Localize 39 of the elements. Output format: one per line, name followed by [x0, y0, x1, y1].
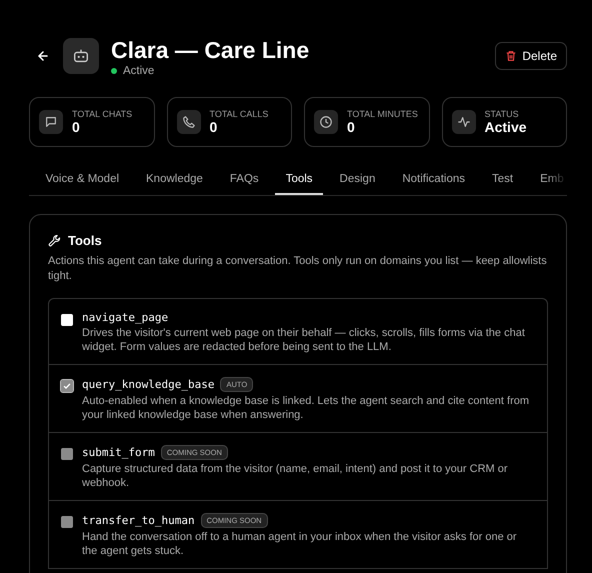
tool-name: navigate_page [82, 311, 168, 324]
clock-icon [319, 115, 333, 129]
checkmark-icon [62, 381, 72, 391]
wrench-icon [48, 234, 62, 248]
checkbox[interactable] [61, 314, 73, 326]
stat-value: 0 [210, 119, 218, 135]
stat-label: TOTAL MINUTES [347, 109, 418, 119]
tab[interactable]: FAQs [219, 169, 270, 195]
section-title: Tools [68, 233, 102, 248]
stat-value: 0 [347, 119, 356, 135]
section-description: Actions this agent can take during a conversation. Tools only run on domains you list — keep allowlists tight. [48, 254, 548, 284]
tool-name: transfer_to_human [82, 514, 195, 527]
tab[interactable]: Voice & Model [35, 169, 130, 195]
tool-name: query_knowledge_base [82, 378, 214, 391]
stat-label: TOTAL CALLS [210, 109, 268, 119]
tool-description: Hand the conversation off to a human agent in your inbox when the visitor asks for one or the agent gets stuck. [82, 530, 518, 558]
phone-icon [182, 115, 196, 129]
stat-value: Active [484, 119, 527, 135]
tool-description: Drives the visitor's current web page on their behalf — clicks, scrolls, fills forms via the chat widget. Form values are redacted before being sent to the LLM. [82, 326, 526, 354]
tool-description: Auto-enabled when a knowledge base is linked. Lets the agent search and cite content from your linked knowledge base when answering. [82, 394, 530, 422]
tool-name: submit_form [82, 446, 155, 459]
stat-value: 0 [72, 119, 81, 135]
robot-icon [72, 47, 90, 65]
tab[interactable]: Tools [275, 169, 324, 195]
tool-description: Capture structured data from the visitor (name, email, intent) and post it to your CRM or webhook. [82, 462, 509, 490]
stat-label: TOTAL CHATS [72, 109, 132, 119]
activity-icon [456, 115, 470, 129]
tab[interactable]: Notifications [392, 169, 476, 195]
status-label: Active [123, 64, 154, 76]
delete-button[interactable]: Delete [495, 42, 567, 70]
agent-title: Clara — Care Line [111, 36, 310, 64]
chat-icon [44, 115, 58, 129]
tab[interactable]: Design [329, 169, 386, 195]
trash-icon [505, 50, 518, 62]
stat-label: STATUS [484, 109, 520, 119]
tab[interactable]: Test [482, 169, 524, 195]
tab[interactable]: Knowledge [136, 169, 214, 195]
back-arrow-icon[interactable] [37, 50, 49, 62]
tab[interactable]: Emb [530, 169, 567, 195]
